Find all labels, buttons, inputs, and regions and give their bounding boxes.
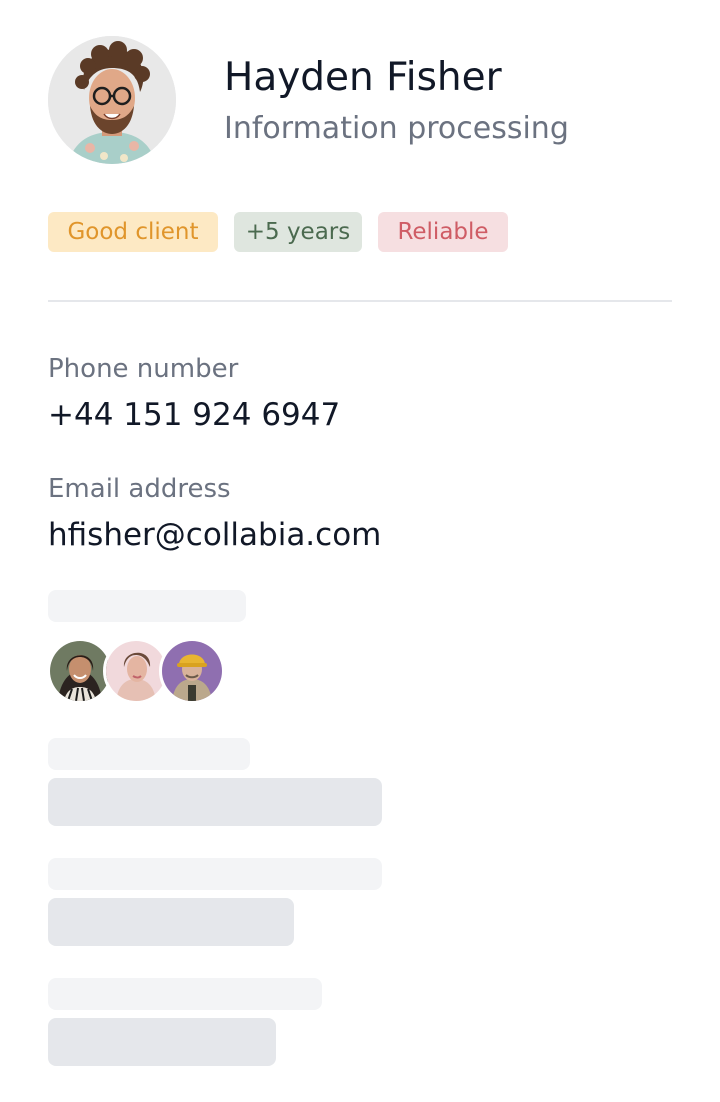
tag-good-client: Good client xyxy=(48,212,218,252)
skeleton-value xyxy=(48,1018,276,1066)
skeleton-value xyxy=(48,898,294,946)
profile-avatar xyxy=(48,36,176,164)
section-divider xyxy=(48,300,672,302)
skeleton-label xyxy=(48,858,382,890)
skeleton-value xyxy=(48,778,382,826)
profile-role: Information processing xyxy=(224,111,569,146)
email-value[interactable]: hfisher@collabia.com xyxy=(48,515,381,555)
skeleton-label xyxy=(48,590,246,622)
phone-label: Phone number xyxy=(48,354,239,384)
phone-value[interactable]: +44 151 924 6947 xyxy=(48,395,340,435)
profile-name: Hayden Fisher xyxy=(224,55,502,100)
team-avatar[interactable] xyxy=(159,638,225,704)
tag-reliable: Reliable xyxy=(378,212,508,252)
skeleton-label xyxy=(48,978,322,1010)
email-label: Email address xyxy=(48,474,231,504)
skeleton-label xyxy=(48,738,250,770)
tag-years: +5 years xyxy=(234,212,362,252)
